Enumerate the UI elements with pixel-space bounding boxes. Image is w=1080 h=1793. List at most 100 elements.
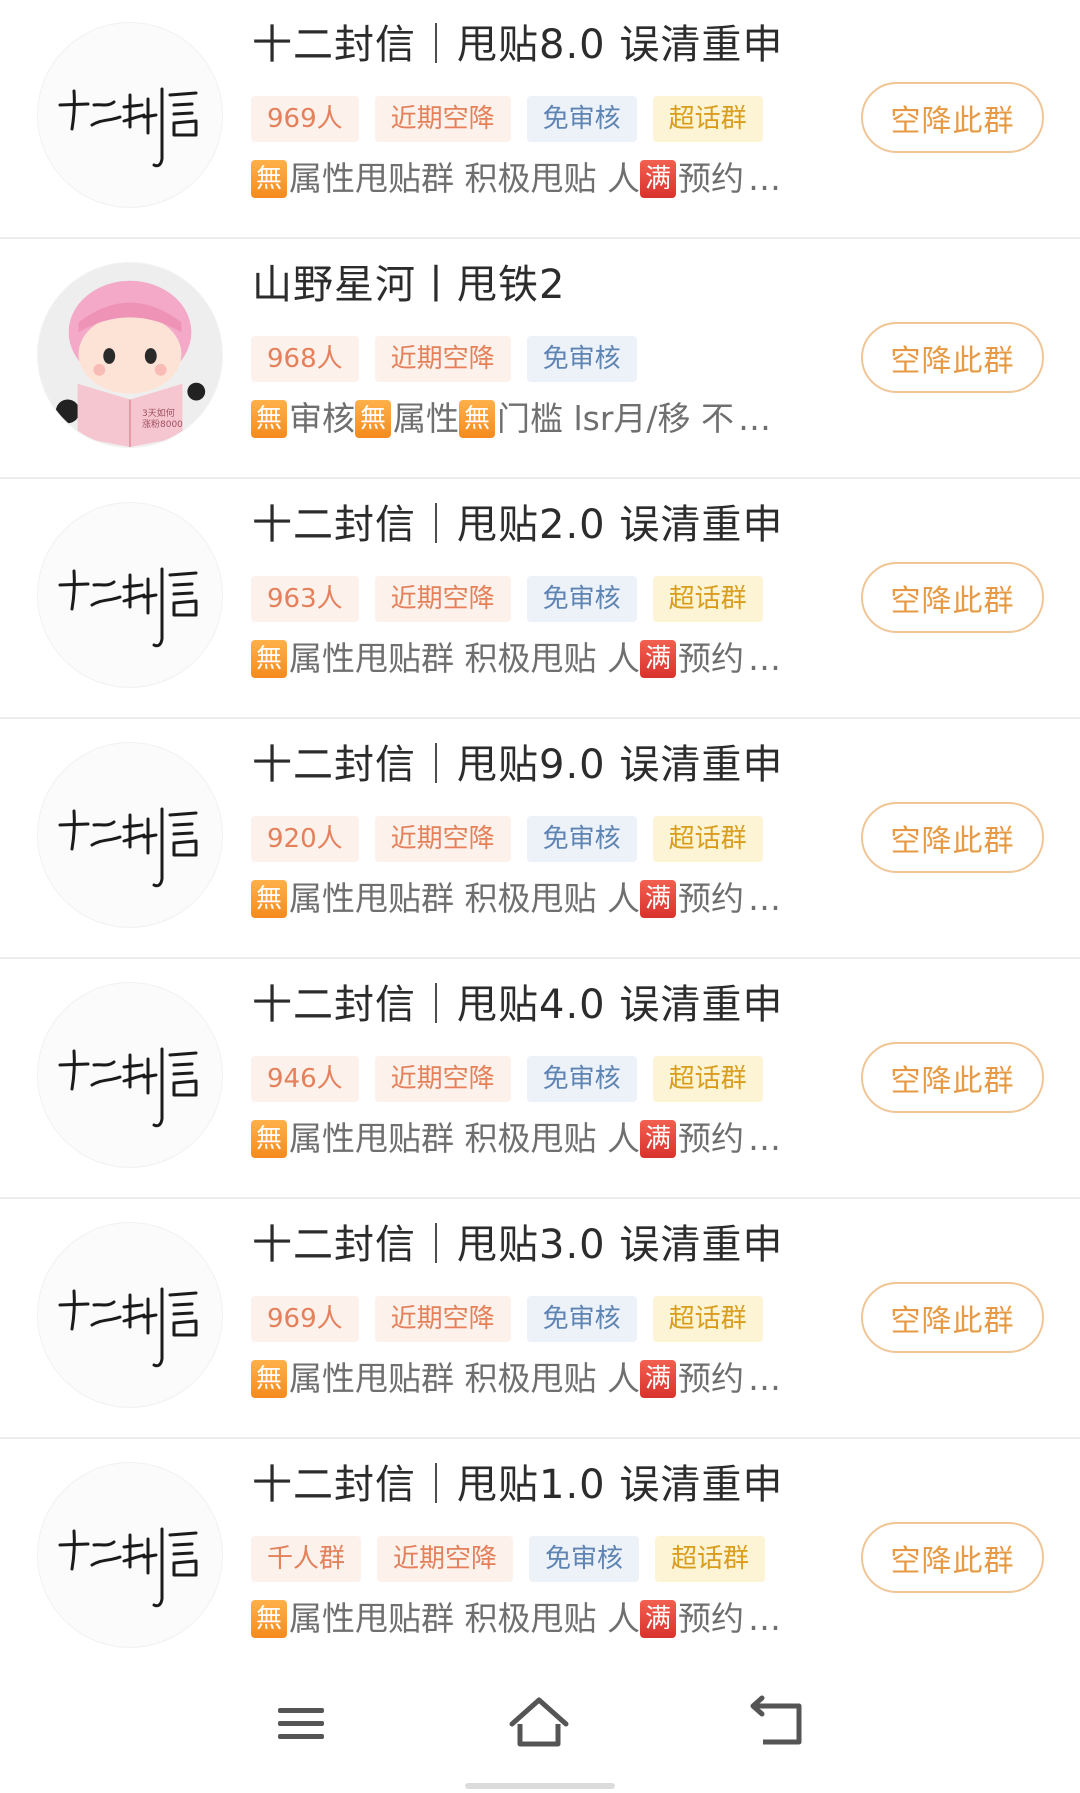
description-text: 预约 (677, 1119, 744, 1158)
ellipsis: … (747, 1359, 781, 1398)
group-avatar[interactable]: 3天如何 涨粉8000 (37, 262, 223, 448)
badge-full: 满 (639, 1120, 676, 1158)
group-title[interactable]: 十二封信｜甩贴9.0 误清重申 (252, 741, 783, 789)
description-text: 属性甩贴群 积极甩贴 人 (289, 1599, 640, 1638)
tag-super: 超话群 (652, 96, 763, 142)
join-group-button[interactable]: 空降此群 (861, 1522, 1044, 1593)
description-text: 预约 (677, 159, 744, 198)
group-row[interactable]: 十二封信｜甩贴2.0 误清重申 963人 近期空降 免审核 超话群無属性甩贴群 积极甩贴… (0, 479, 1080, 719)
tag-super: 超话群 (652, 576, 763, 622)
group-title[interactable]: 十二封信｜甩贴3.0 误清重申 (252, 1221, 783, 1269)
group-title[interactable]: 十二封信｜甩贴2.0 误清重申 (252, 501, 783, 549)
join-group-button[interactable]: 空降此群 (861, 1282, 1044, 1353)
group-avatar[interactable] (37, 502, 223, 688)
badge-full: 满 (639, 1360, 676, 1398)
back-button[interactable] (733, 1688, 823, 1758)
group-description: 無属性甩贴群 积极甩贴 人满预约… (251, 877, 811, 921)
calligraphy-logo (58, 1527, 198, 1608)
description-text: 属性甩贴群 积极甩贴 人 (289, 1119, 640, 1158)
tag-list: 千人群 近期空降 免审核 超话群 (251, 1536, 781, 1582)
tag-recent: 近期空降 (374, 96, 511, 142)
description-text: 预约 (677, 639, 744, 678)
group-row[interactable]: 十二封信｜甩贴9.0 误清重申 920人 近期空降 免审核 超话群無属性甩贴群 积极甩贴… (0, 719, 1080, 959)
badge-none: 無 (251, 1360, 287, 1398)
tag-size: 968人 (251, 336, 359, 382)
group-title[interactable]: 十二封信｜甩贴8.0 误清重申 (252, 21, 783, 69)
tag-free: 免审核 (526, 576, 637, 622)
calligraphy-logo (58, 1287, 198, 1368)
group-avatar[interactable] (37, 1222, 223, 1408)
calligraphy-logo (58, 87, 198, 168)
description-text: 预约 (677, 1599, 744, 1638)
tag-list: 969人 近期空降 免审核 超话群 (251, 96, 779, 142)
tag-list: 969人 近期空降 免审核 超话群 (251, 1296, 779, 1342)
group-title[interactable]: 山野星河丨甩铁2 (252, 261, 565, 309)
join-group-button[interactable]: 空降此群 (861, 1042, 1044, 1113)
menu-button[interactable] (256, 1688, 346, 1758)
home-icon (509, 1697, 569, 1747)
tag-super: 超话群 (652, 1296, 763, 1342)
join-group-button[interactable]: 空降此群 (861, 82, 1044, 153)
group-avatar[interactable] (37, 982, 223, 1168)
badge-none: 無 (251, 1600, 287, 1638)
description-text: 属性甩贴群 积极甩贴 人 (289, 879, 640, 918)
description-text: 预约 (677, 1359, 744, 1398)
tag-recent: 近期空降 (377, 1536, 514, 1582)
badge-none: 無 (251, 400, 287, 438)
tag-list: 920人 近期空降 免审核 超话群 (251, 816, 779, 862)
group-row[interactable]: 十二封信｜甩贴8.0 误清重申 969人 近期空降 免审核 超话群無属性甩贴群 积极甩贴… (0, 0, 1080, 239)
join-group-button[interactable]: 空降此群 (861, 562, 1044, 633)
group-description: 無属性甩贴群 积极甩贴 人满预约… (251, 157, 811, 201)
menu-icon (278, 1708, 324, 1739)
back-icon (750, 1695, 802, 1745)
description-text: 属性 (393, 399, 459, 438)
join-group-button[interactable]: 空降此群 (861, 802, 1044, 873)
calligraphy-logo (58, 567, 198, 648)
badge-none: 無 (251, 640, 287, 678)
group-row[interactable]: 3天如何 涨粉8000 山野星河丨甩铁2 968人 近期空降 免审核無审核 無属性 無门… (0, 239, 1080, 479)
group-row[interactable]: 十二封信｜甩贴1.0 误清重申 千人群 近期空降 免审核 超话群無属性甩贴群 积极甩贴 … (0, 1439, 1080, 1679)
tag-super: 超话群 (655, 1536, 766, 1582)
avatar-cover-text: 3天如何 涨粉8000 (142, 409, 183, 430)
badge-full: 满 (639, 1600, 676, 1638)
tag-list: 946人 近期空降 免审核 超话群 (251, 1056, 779, 1102)
tag-size: 920人 (251, 816, 359, 862)
group-title[interactable]: 十二封信｜甩贴1.0 误清重申 (252, 1461, 783, 1509)
group-description: 無属性甩贴群 积极甩贴 人满预约… (251, 1117, 811, 1161)
group-row[interactable]: 十二封信｜甩贴4.0 误清重申 946人 近期空降 免审核 超话群無属性甩贴群 积极甩贴… (0, 959, 1080, 1199)
tag-super: 超话群 (652, 1056, 763, 1102)
tag-size: 969人 (251, 96, 359, 142)
tag-free: 免审核 (526, 1296, 637, 1342)
description-text: 预约 (677, 879, 744, 918)
group-description: 無属性甩贴群 积极甩贴 人满预约… (251, 637, 811, 681)
badge-full: 满 (639, 640, 676, 678)
group-row[interactable]: 十二封信｜甩贴3.0 误清重申 969人 近期空降 免审核 超话群無属性甩贴群 积极甩贴… (0, 1199, 1080, 1439)
badge-none: 無 (459, 400, 495, 438)
ellipsis: … (747, 1599, 781, 1638)
tag-free: 免审核 (526, 336, 637, 382)
navigation-bar (0, 1660, 1080, 1793)
tag-size: 千人群 (251, 1536, 362, 1582)
ellipsis: … (747, 639, 781, 678)
group-avatar[interactable] (37, 1462, 223, 1648)
group-description: 無属性甩贴群 积极甩贴 人满预约… (251, 1357, 811, 1401)
group-avatar[interactable] (37, 742, 223, 928)
group-avatar[interactable] (37, 22, 223, 208)
group-title[interactable]: 十二封信｜甩贴4.0 误清重申 (252, 981, 783, 1029)
description-text: 属性甩贴群 积极甩贴 人 (289, 159, 640, 198)
tag-super: 超话群 (652, 816, 763, 862)
join-group-button[interactable]: 空降此群 (861, 322, 1044, 393)
calligraphy-logo (58, 807, 198, 888)
tag-recent: 近期空降 (374, 576, 511, 622)
tag-list: 963人 近期空降 免审核 超话群 (251, 576, 779, 622)
home-button[interactable] (494, 1688, 584, 1758)
calligraphy-logo (58, 1047, 198, 1128)
tag-size: 946人 (251, 1056, 359, 1102)
ellipsis: … (747, 159, 781, 198)
tag-list: 968人 近期空降 免审核 (251, 336, 653, 382)
description-text: 门槛 lsr月/移 不 (497, 399, 735, 438)
badge-none: 無 (251, 160, 287, 198)
group-description: 無审核 無属性 無门槛 lsr月/移 不… (251, 397, 811, 441)
gesture-indicator (465, 1783, 615, 1789)
description-text: 审核 (289, 399, 355, 438)
